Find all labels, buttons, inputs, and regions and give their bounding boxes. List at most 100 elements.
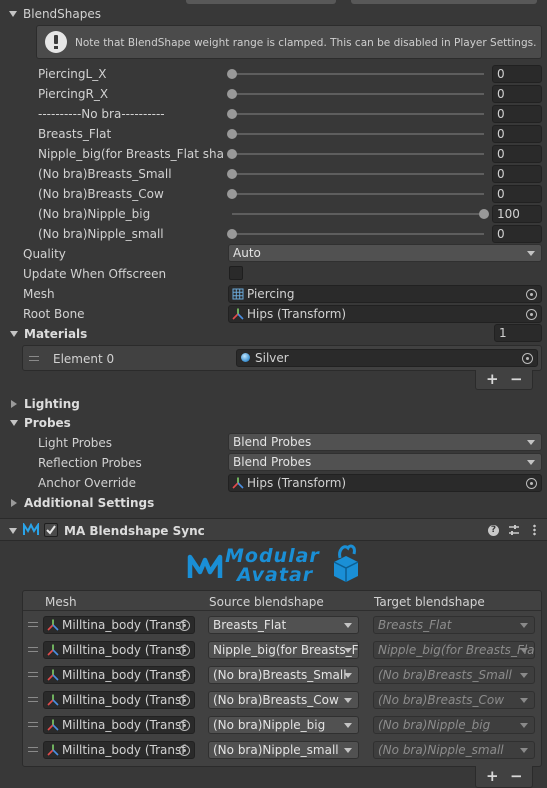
blendshape-slider-track[interactable] <box>232 233 484 235</box>
drag-handle-icon[interactable] <box>28 622 38 627</box>
blendshape-value-field[interactable]: 100 <box>492 205 542 223</box>
object-picker-icon[interactable] <box>526 478 537 489</box>
materials-header[interactable]: Materials <box>24 326 87 342</box>
blendshape-value-field[interactable]: 0 <box>492 65 542 83</box>
lighting-foldout-arrow[interactable] <box>11 400 17 408</box>
element-0-field[interactable]: Silver <box>236 349 538 367</box>
blendshape-slider-handle[interactable] <box>227 169 237 179</box>
light-probes-dropdown[interactable]: Blend Probes <box>228 433 542 451</box>
col-source-header: Source blendshape <box>209 595 324 609</box>
blendshape-slider-track[interactable] <box>232 153 484 155</box>
source-blendshape-dropdown[interactable]: Nipple_big(for Breasts_F <box>208 641 359 659</box>
object-picker-icon[interactable] <box>526 309 537 320</box>
blendshape-slider-handle[interactable] <box>227 189 237 199</box>
target-blendshape-dropdown[interactable]: Nipple_big(for Breasts_Fla <box>373 641 535 659</box>
blendshape-slider-track[interactable] <box>232 133 484 135</box>
materials-foldout-arrow[interactable] <box>10 331 18 337</box>
chevron-down-icon <box>520 623 528 628</box>
target-blendshape-dropdown[interactable]: (No bra)Breasts_Cow <box>373 691 535 709</box>
blendshape-slider-track[interactable] <box>232 113 484 115</box>
root-bone-field[interactable]: Hips (Transform) <box>228 305 542 323</box>
blendshape-slider-track[interactable] <box>232 73 484 75</box>
source-blendshape-dropdown[interactable]: (No bra)Nipple_small <box>208 741 359 759</box>
source-blendshape-dropdown[interactable]: (No bra)Nipple_big <box>208 716 359 734</box>
add-material-button[interactable]: + <box>486 372 499 387</box>
blendshapes-header[interactable]: BlendShapes <box>23 6 101 22</box>
blendshape-value-field[interactable]: 0 <box>492 85 542 103</box>
blendshape-value-field[interactable]: 0 <box>492 105 542 123</box>
blendshape-slider-track[interactable] <box>232 193 484 195</box>
blendshapes-foldout-arrow[interactable] <box>9 11 17 17</box>
blendshape-label: PiercingL_X <box>38 67 107 81</box>
reflection-probes-dropdown[interactable]: Blend Probes <box>228 453 542 471</box>
blendshape-slider-track[interactable] <box>232 213 484 215</box>
drag-handle-icon[interactable] <box>28 722 38 727</box>
top-toolbar-button-2[interactable] <box>351 0 537 4</box>
object-picker-icon[interactable] <box>179 645 190 656</box>
target-blendshape-dropdown[interactable]: (No bra)Breasts_Small <box>373 666 535 684</box>
sync-mesh-field[interactable]: Milltina_body (Transf <box>43 666 195 684</box>
object-picker-icon[interactable] <box>526 289 537 300</box>
object-picker-icon[interactable] <box>179 670 190 681</box>
additional-settings-foldout-arrow[interactable] <box>11 499 17 507</box>
mesh-field[interactable]: Piercing <box>228 285 542 303</box>
chevron-down-icon <box>344 623 352 628</box>
target-blendshape-dropdown[interactable]: (No bra)Nipple_big <box>373 716 535 734</box>
blendshape-value-field[interactable]: 0 <box>492 165 542 183</box>
object-picker-icon[interactable] <box>179 620 190 631</box>
target-blendshape-dropdown[interactable]: Breasts_Flat <box>373 616 535 634</box>
source-blendshape-dropdown[interactable]: (No bra)Breasts_Cow <box>208 691 359 709</box>
sync-mesh-field[interactable]: Milltina_body (Transf <box>43 616 195 634</box>
quality-dropdown[interactable]: Auto <box>228 244 542 262</box>
sync-mesh-field[interactable]: Milltina_body (Transf <box>43 741 195 759</box>
remove-sync-row-button[interactable]: − <box>510 769 523 784</box>
blendshape-value-field[interactable]: 0 <box>492 225 542 243</box>
blendshape-slider-handle[interactable] <box>227 89 237 99</box>
lighting-header[interactable]: Lighting <box>24 396 80 412</box>
blendshape-slider-handle[interactable] <box>227 149 237 159</box>
drag-handle-icon[interactable] <box>28 747 38 752</box>
anchor-override-field[interactable]: Hips (Transform) <box>228 474 542 492</box>
probes-foldout-arrow[interactable] <box>10 420 18 426</box>
context-menu-icon[interactable] <box>533 524 536 536</box>
blendshape-value-field[interactable]: 0 <box>492 145 542 163</box>
blendshape-slider-handle[interactable] <box>227 129 237 139</box>
component-foldout-arrow[interactable] <box>9 528 17 534</box>
blendshape-value-field[interactable]: 0 <box>492 185 542 203</box>
source-blendshape-value: Nipple_big(for Breasts_F <box>213 643 359 657</box>
object-picker-icon[interactable] <box>179 745 190 756</box>
top-toolbar-button-1[interactable] <box>186 0 336 4</box>
blendshape-slider-handle[interactable] <box>479 209 489 219</box>
sync-mesh-field[interactable]: Milltina_body (Transf <box>43 691 195 709</box>
drag-handle-icon[interactable] <box>28 697 38 702</box>
blendshape-slider-track[interactable] <box>232 93 484 95</box>
blendshape-value-field[interactable]: 0 <box>492 125 542 143</box>
sync-mesh-field[interactable]: Milltina_body (Transf <box>43 716 195 734</box>
object-picker-icon[interactable] <box>179 720 190 731</box>
target-blendshape-dropdown[interactable]: (No bra)Nipple_small <box>373 741 535 759</box>
remove-material-button[interactable]: − <box>510 372 523 387</box>
drag-handle-icon[interactable] <box>28 672 38 677</box>
preset-settings-icon[interactable] <box>508 524 520 536</box>
root-bone-label: Root Bone <box>23 307 85 321</box>
materials-count-field[interactable]: 1 <box>494 324 542 342</box>
source-blendshape-dropdown[interactable]: (No bra)Breasts_Small <box>208 666 359 684</box>
blendshape-slider-track[interactable] <box>232 173 484 175</box>
add-sync-row-button[interactable]: + <box>486 769 499 784</box>
drag-handle-icon[interactable] <box>29 356 39 361</box>
drag-handle-icon[interactable] <box>28 647 38 652</box>
blendshape-slider-handle[interactable] <box>227 69 237 79</box>
help-icon[interactable]: ? <box>488 525 499 536</box>
sync-mesh-field[interactable]: Milltina_body (Transf <box>43 641 195 659</box>
blendshape-slider-handle[interactable] <box>227 229 237 239</box>
object-picker-icon[interactable] <box>522 353 533 364</box>
probes-header[interactable]: Probes <box>24 415 71 431</box>
additional-settings-header[interactable]: Additional Settings <box>24 495 154 511</box>
source-blendshape-dropdown[interactable]: Breasts_Flat <box>208 616 359 634</box>
component-enabled-checkbox[interactable] <box>44 523 58 537</box>
object-picker-icon[interactable] <box>179 695 190 706</box>
blendshape-slider-handle[interactable] <box>227 109 237 119</box>
modular-avatar-logo: Modular Avatar <box>185 542 365 588</box>
update-offscreen-checkbox[interactable] <box>229 266 243 280</box>
material-sphere-icon <box>241 353 250 362</box>
